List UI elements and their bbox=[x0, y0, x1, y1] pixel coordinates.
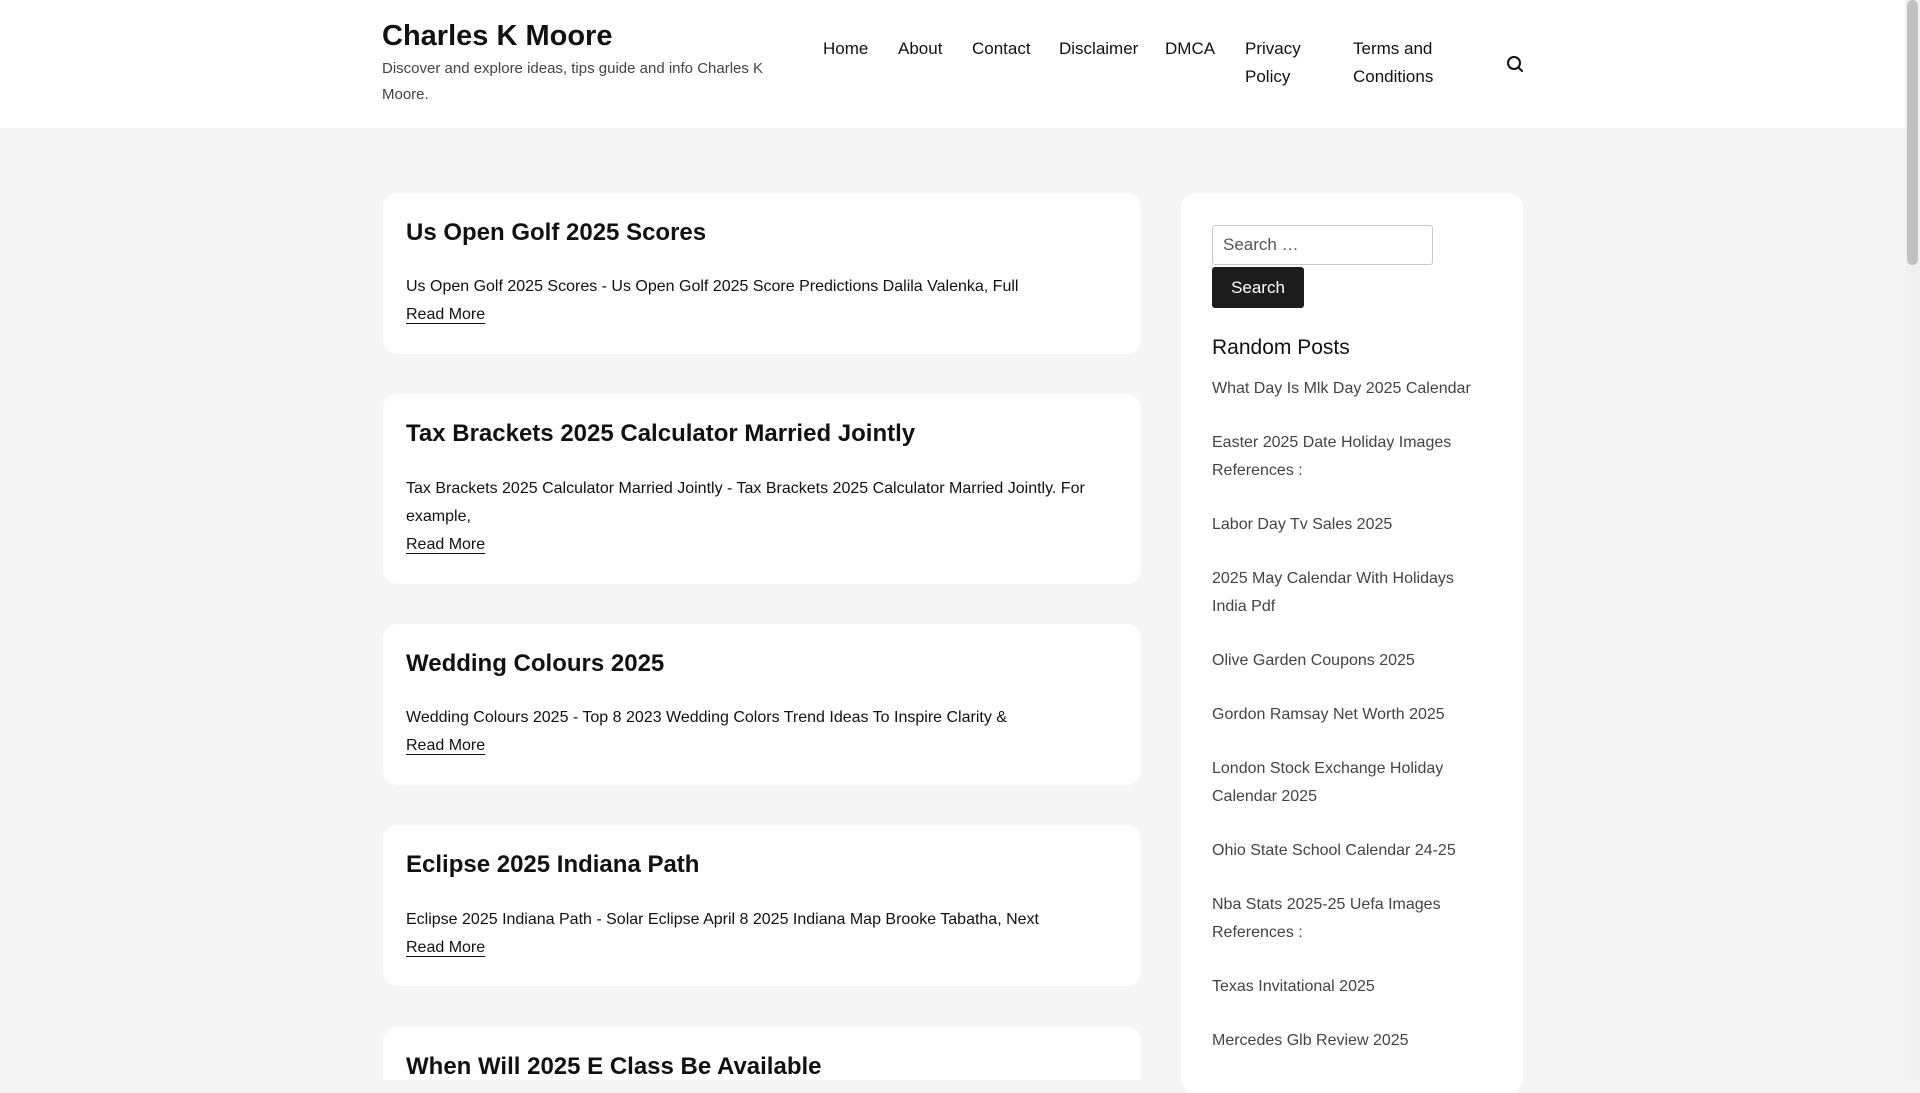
post-title[interactable]: When Will 2025 E Class Be Available bbox=[406, 1051, 822, 1083]
read-more-link[interactable]: Read More bbox=[406, 734, 485, 758]
random-post-link[interactable]: Labor Day Tv Sales 2025 bbox=[1212, 511, 1492, 539]
random-post-link[interactable]: Ohio State School Calendar 24-25 bbox=[1212, 837, 1492, 865]
random-post-link[interactable]: 2025 May Calendar With Holidays India Pd… bbox=[1212, 565, 1492, 621]
page-scrollbar[interactable] bbox=[1905, 0, 1920, 1080]
random-posts-list: What Day Is Mlk Day 2025 Calendar Easter… bbox=[1212, 375, 1492, 1081]
post-excerpt: Tax Brackets 2025 Calculator Married Joi… bbox=[406, 480, 1085, 525]
site-header: Charles K Moore Discover and explore ide… bbox=[0, 0, 1905, 128]
search-icon[interactable] bbox=[1503, 52, 1527, 76]
site-description: Discover and explore ideas, tips guide a… bbox=[382, 60, 764, 103]
sidebar: Search Random Posts What Day Is Mlk Day … bbox=[1181, 193, 1523, 1093]
random-post-link[interactable]: London Stock Exchange Holiday Calendar 2… bbox=[1212, 755, 1492, 811]
post-excerpt: Us Open Golf 2025 Scores - Us Open Golf … bbox=[406, 278, 1019, 295]
post-excerpt: Wedding Colours 2025 - Top 8 2023 Weddin… bbox=[406, 709, 1007, 726]
post-card: Us Open Golf 2025 Scores Us Open Golf 20… bbox=[383, 193, 1141, 354]
nav-home[interactable]: Home bbox=[823, 35, 868, 63]
search-button[interactable]: Search bbox=[1212, 267, 1304, 308]
read-more-link[interactable]: Read More bbox=[406, 936, 485, 960]
post-title[interactable]: Wedding Colours 2025 bbox=[406, 648, 664, 680]
read-more-link[interactable]: Read More bbox=[406, 303, 485, 327]
post-excerpt: Eclipse 2025 Indiana Path - Solar Eclips… bbox=[406, 911, 1039, 928]
search-input[interactable] bbox=[1212, 225, 1433, 265]
random-post-link[interactable]: Gordon Ramsay Net Worth 2025 bbox=[1212, 701, 1492, 729]
random-post-link[interactable]: Nba Stats 2025-25 Uefa Images References… bbox=[1212, 891, 1492, 947]
post-title[interactable]: Us Open Golf 2025 Scores bbox=[406, 217, 706, 249]
random-post-link[interactable]: Mercedes Glb Review 2025 bbox=[1212, 1027, 1492, 1055]
site-title[interactable]: Charles K Moore bbox=[382, 18, 782, 54]
post-title[interactable]: Eclipse 2025 Indiana Path bbox=[406, 849, 699, 881]
read-more-link[interactable]: Read More bbox=[406, 533, 485, 557]
branding: Charles K Moore Discover and explore ide… bbox=[382, 18, 782, 108]
nav-privacy-policy[interactable]: Privacy Policy bbox=[1245, 35, 1325, 91]
random-post-link[interactable]: What Day Is Mlk Day 2025 Calendar bbox=[1212, 375, 1492, 403]
scrollbar-thumb[interactable] bbox=[1907, 0, 1918, 265]
random-post-link[interactable]: Texas Invitational 2025 bbox=[1212, 973, 1492, 1001]
nav-dmca[interactable]: DMCA bbox=[1165, 35, 1215, 63]
post-card: Tax Brackets 2025 Calculator Married Joi… bbox=[383, 394, 1141, 584]
nav-contact[interactable]: Contact bbox=[972, 35, 1031, 63]
nav-about[interactable]: About bbox=[898, 35, 942, 63]
post-title[interactable]: Tax Brackets 2025 Calculator Married Joi… bbox=[406, 418, 915, 450]
nav-terms-and-conditions[interactable]: Terms and Conditions bbox=[1353, 35, 1453, 91]
post-card: Eclipse 2025 Indiana Path Eclipse 2025 I… bbox=[383, 825, 1141, 986]
random-post-link[interactable]: Olive Garden Coupons 2025 bbox=[1212, 647, 1492, 675]
nav-disclaimer[interactable]: Disclaimer bbox=[1059, 35, 1138, 63]
random-posts-heading: Random Posts bbox=[1212, 336, 1350, 359]
post-card: Wedding Colours 2025 Wedding Colours 202… bbox=[383, 624, 1141, 785]
post-card: When Will 2025 E Class Be Available bbox=[383, 1027, 1141, 1080]
random-post-link[interactable]: Easter 2025 Date Holiday Images Referenc… bbox=[1212, 429, 1492, 485]
